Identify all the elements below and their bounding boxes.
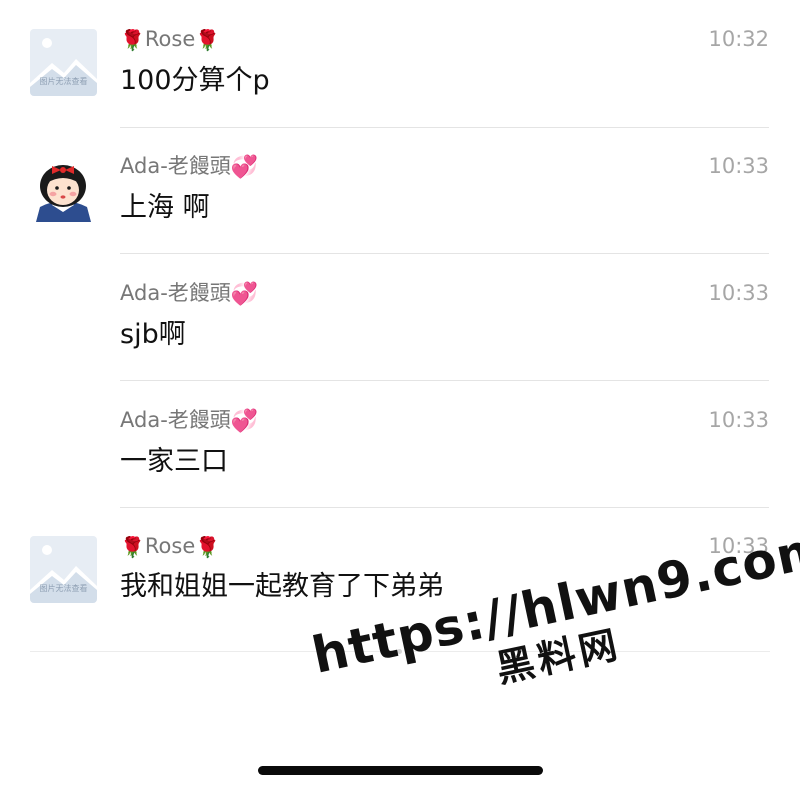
rose-icon: 🌹	[120, 535, 145, 559]
chat-message[interactable]: Ada-老饅頭💞 10:33 上海 啊	[0, 127, 800, 254]
message-time: 10:32	[708, 27, 769, 51]
sender-name-text: Ada-老饅頭	[120, 154, 231, 178]
two-hearts-icon: 💞	[230, 409, 259, 434]
message-text[interactable]: 一家三口	[120, 445, 228, 479]
sender-name[interactable]: 🌹Rose🌹	[120, 533, 220, 560]
sender-name[interactable]: Ada-老饅頭💞	[120, 407, 258, 435]
chat-message[interactable]: 图片无法查看 🌹Rose🌹 10:32 100分算个p	[0, 0, 800, 128]
avatar-image-placeholder[interactable]: 图片无法查看	[30, 536, 97, 603]
avatar-cartoon-girl[interactable]	[30, 155, 97, 222]
message-text[interactable]: 我和姐姐一起教育了下弟弟	[120, 570, 444, 604]
message-time: 10:33	[708, 154, 769, 178]
message-text[interactable]: sjb啊	[120, 318, 186, 352]
message-time: 10:33	[708, 408, 769, 432]
avatar-caption: 图片无法查看	[39, 584, 88, 593]
two-hearts-icon: 💞	[230, 155, 259, 180]
sender-name[interactable]: 🌹Rose🌹	[120, 26, 220, 53]
sender-name-text: Ada-老饅頭	[120, 408, 231, 432]
message-time: 10:33	[708, 281, 769, 305]
avatar-caption: 图片无法查看	[39, 77, 88, 86]
message-text[interactable]: 上海 啊	[120, 191, 210, 225]
sender-name-text: Rose	[144, 534, 196, 558]
cartoon-girl-avatar-icon	[30, 155, 97, 222]
two-hearts-icon: 💞	[230, 282, 259, 307]
sender-name-text: Rose	[144, 27, 196, 51]
chat-message[interactable]: Ada-老饅頭💞 10:33 sjb啊	[0, 254, 800, 381]
chat-message[interactable]: Ada-老饅頭💞 10:33 一家三口	[0, 381, 800, 508]
home-indicator[interactable]	[258, 766, 543, 775]
rose-icon: 🌹	[195, 535, 221, 559]
rose-icon: 🌹	[120, 28, 145, 52]
rose-icon: 🌹	[195, 28, 221, 52]
sender-name[interactable]: Ada-老饅頭💞	[120, 153, 258, 181]
message-text[interactable]: 100分算个p	[120, 64, 270, 98]
sender-name[interactable]: Ada-老饅頭💞	[120, 280, 258, 308]
sender-name-text: Ada-老饅頭	[120, 281, 231, 305]
avatar-image-placeholder[interactable]: 图片无法查看	[30, 29, 97, 96]
